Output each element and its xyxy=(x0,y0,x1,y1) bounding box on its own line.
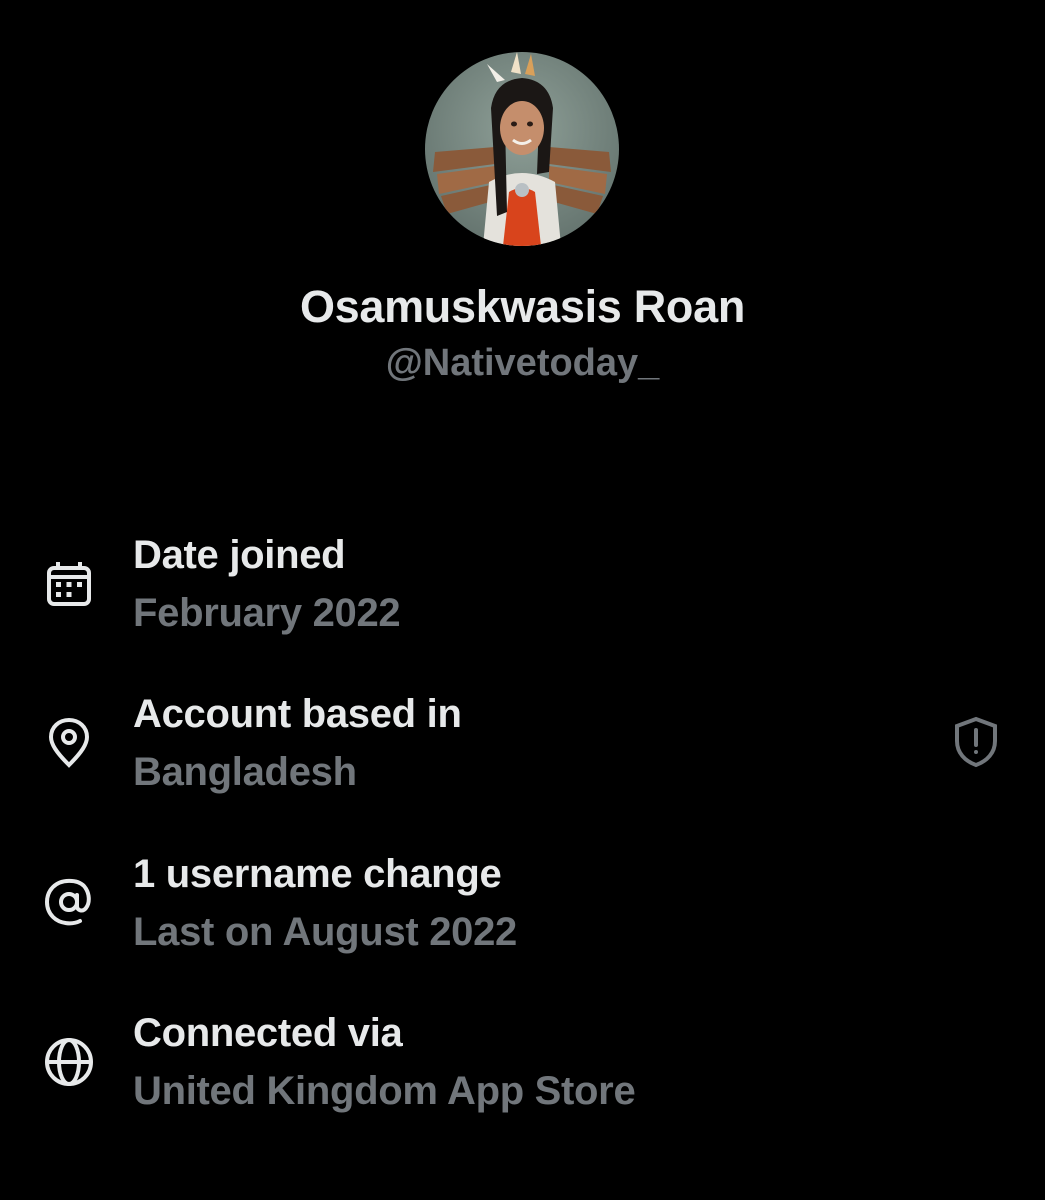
connected-via-value: United Kingdom App Store xyxy=(133,1069,636,1113)
connected-via-label: Connected via xyxy=(133,1011,403,1055)
shield-alert-icon[interactable] xyxy=(949,715,1003,769)
connected-via-row: Connected via United Kingdom App Store xyxy=(0,1008,1045,1128)
display-name: Osamuskwasis Roan xyxy=(299,281,746,332)
account-based-in-row: Account based in Bangladesh xyxy=(0,689,1045,809)
username-change-label: 1 username change xyxy=(133,852,502,896)
location-pin-icon xyxy=(42,716,96,770)
username-handle: @Nativetoday_ xyxy=(385,342,660,384)
username-change-row: 1 username change Last on August 2022 xyxy=(0,849,1045,969)
date-joined-row: Date joined February 2022 xyxy=(0,530,1045,650)
calendar-icon xyxy=(42,558,96,612)
account-based-in-label: Account based in xyxy=(133,692,462,736)
date-joined-label: Date joined xyxy=(133,533,346,577)
globe-icon xyxy=(42,1035,96,1089)
date-joined-value: February 2022 xyxy=(133,591,401,635)
username-change-value: Last on August 2022 xyxy=(133,910,518,954)
account-based-in-value: Bangladesh xyxy=(133,750,357,794)
at-sign-icon xyxy=(42,875,96,929)
profile-avatar[interactable] xyxy=(425,52,619,246)
